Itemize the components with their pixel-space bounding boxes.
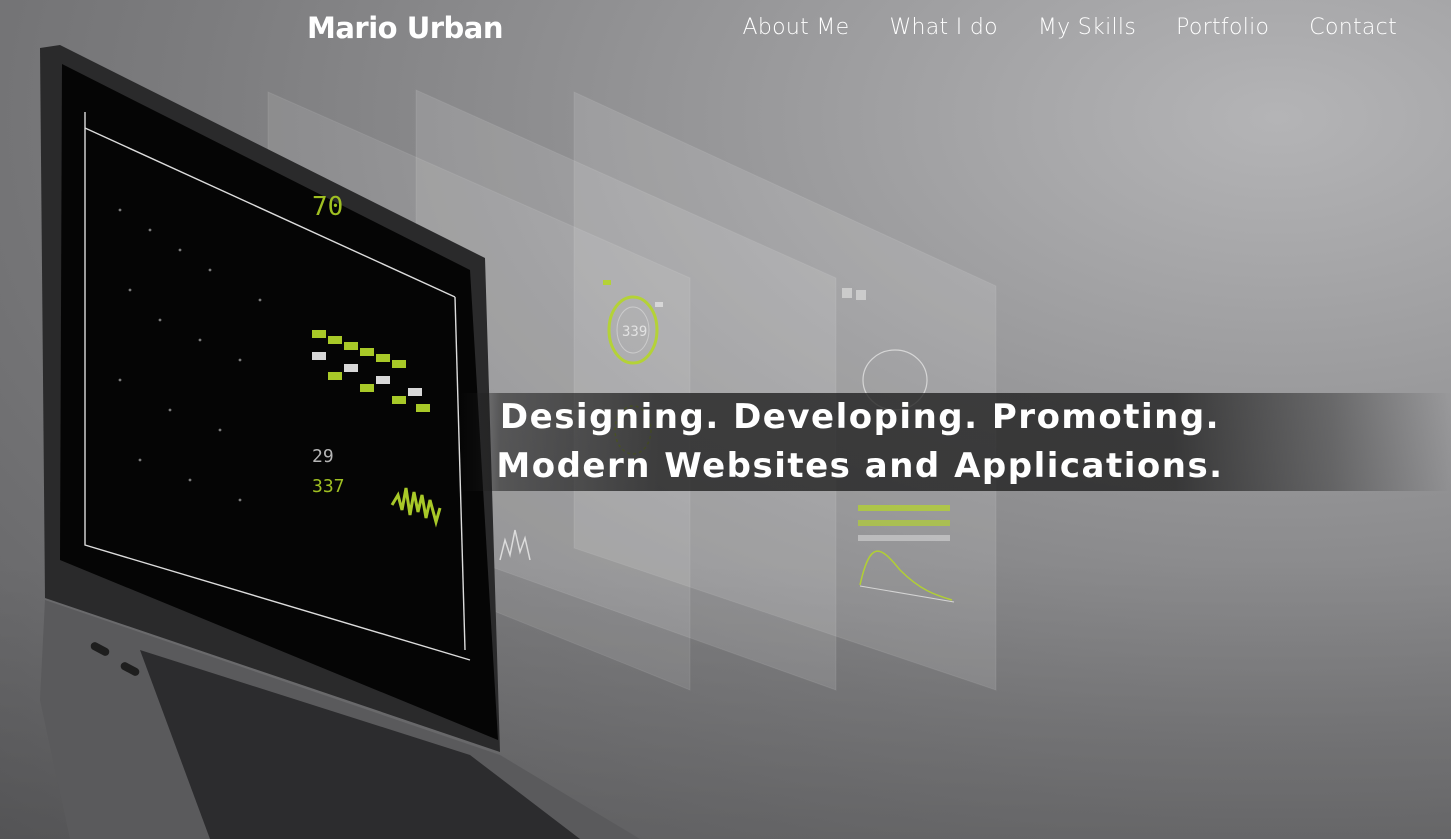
- main-navigation: About Me What I do My Skills Portfolio C…: [743, 12, 1397, 44]
- tagline-line-2: Modern Websites and Applications.: [496, 446, 1224, 486]
- nav-about-me[interactable]: About Me: [743, 12, 850, 44]
- nav-what-i-do[interactable]: What I do: [889, 12, 997, 44]
- hero-tagline: Designing. Developing. Promoting. Modern…: [460, 393, 1260, 491]
- screen-readout-bottom: 337: [312, 476, 345, 497]
- site-brand-logo[interactable]: Mario Urban: [307, 8, 504, 48]
- nav-portfolio[interactable]: Portfolio: [1176, 12, 1269, 44]
- nav-my-skills[interactable]: My Skills: [1038, 12, 1136, 44]
- tagline-line-1: Designing. Developing. Promoting.: [499, 397, 1221, 437]
- screen-readout-top: 70: [312, 192, 343, 222]
- hero-section: 339 70 29 337 Designing. Developing. Pro…: [0, 0, 1451, 839]
- nav-contact[interactable]: Contact: [1309, 12, 1397, 44]
- gauge-readout: 339: [622, 324, 647, 340]
- screen-readout-mid: 29: [312, 446, 334, 467]
